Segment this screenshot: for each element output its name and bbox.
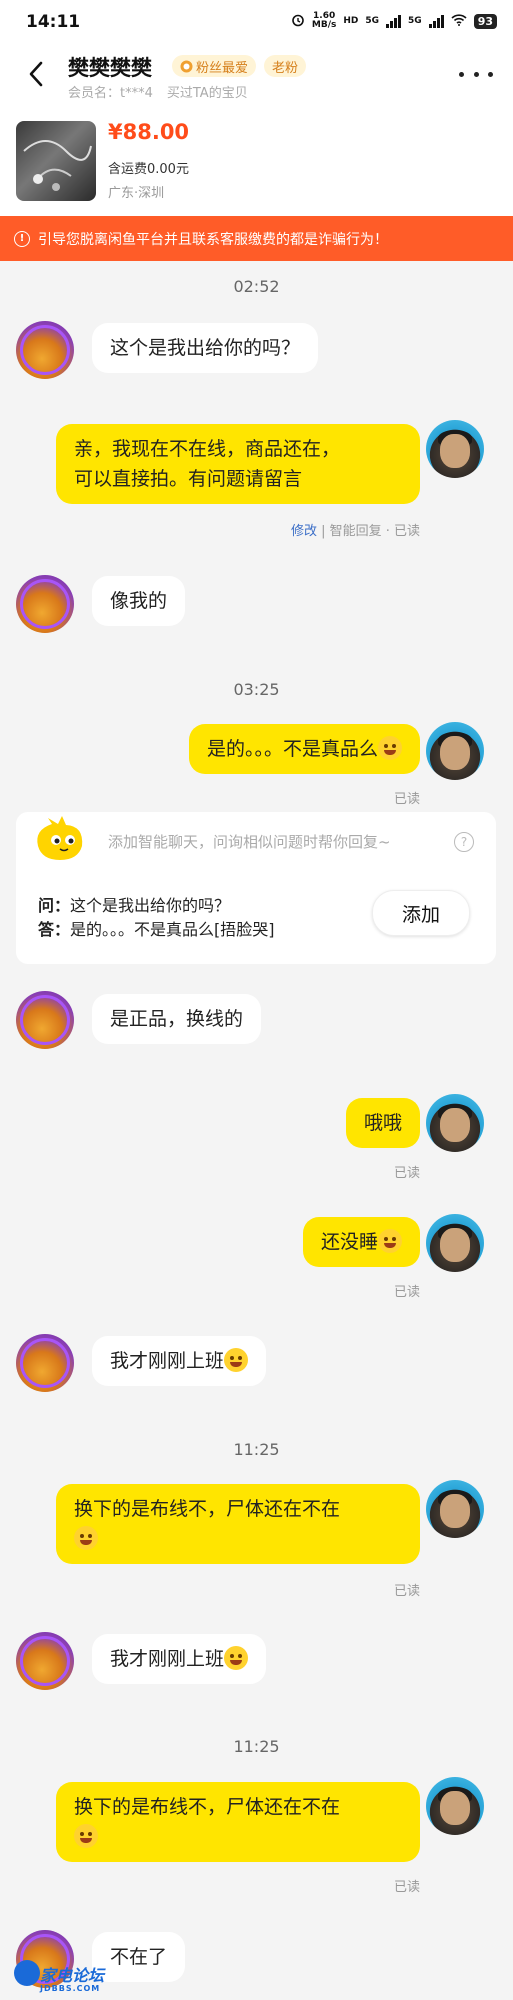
back-button[interactable] xyxy=(22,56,50,92)
my-avatar[interactable] xyxy=(426,1094,484,1152)
message-bubble-sent: 亲，我现在不在线，商品还在， 可以直接拍。有问题请留言 xyxy=(56,424,420,504)
my-avatar[interactable] xyxy=(426,420,484,478)
smart-reply-card: 添加智能聊天，问询相似问题时帮你回复~ ? 问：这个是我出给你的吗？ 答：是的。… xyxy=(16,812,496,964)
shipping-info: 含运费0.00元 xyxy=(108,162,189,177)
timestamp: 03:25 xyxy=(233,680,280,699)
read-status: 已读 xyxy=(393,1166,420,1181)
smart-reply-hint: 添加智能聊天，问询相似问题时帮你回复~ xyxy=(108,833,391,851)
message-bubble-received: 是正品，换线的 xyxy=(92,994,262,1044)
read-status: 已读 xyxy=(393,1584,420,1599)
answer-row: 答：是的。。。不是真品么[捂脸哭] xyxy=(38,920,275,939)
help-icon[interactable]: ? xyxy=(454,832,474,852)
message-bubble-sent: 是的。。。不是真品么 xyxy=(188,724,420,774)
old-fan-badge: 老粉 xyxy=(264,55,307,77)
add-smart-reply-button[interactable]: 添加 xyxy=(372,890,470,936)
message-bubble-sent: 哦哦 xyxy=(345,1098,420,1148)
warning-icon: ! xyxy=(14,230,30,247)
product-location: 广东·深圳 xyxy=(108,186,165,201)
my-avatar[interactable] xyxy=(426,1480,484,1538)
my-avatar[interactable] xyxy=(426,722,484,780)
chevron-left-icon xyxy=(29,61,43,87)
battery-indicator: 93 xyxy=(473,13,497,29)
forum-logo-icon xyxy=(14,1960,40,1986)
read-status: 已读 xyxy=(393,1285,420,1300)
member-name: 会员名：t***4 xyxy=(68,86,153,101)
network-type-b: 5G xyxy=(408,16,422,26)
more-options-button[interactable] xyxy=(459,64,493,84)
clock: 14:11 xyxy=(26,12,81,32)
message-bubble-sent: 还没睡 xyxy=(302,1217,420,1267)
grin-sweat-emoji xyxy=(74,1824,98,1848)
hd-icon: HD xyxy=(343,16,359,26)
seller-avatar[interactable] xyxy=(16,1334,74,1392)
status-bar: 14:11 1.60 MB/s HD 5G 5G 93 xyxy=(0,0,513,46)
read-status: 已读 xyxy=(393,1880,420,1895)
cry-laugh-emoji xyxy=(224,1348,249,1372)
status-icons: 1.60 MB/s HD 5G 5G 93 xyxy=(291,12,497,30)
message-bubble-received: 我才刚刚上班 xyxy=(92,1634,267,1684)
seller-avatar[interactable] xyxy=(16,575,74,633)
message-bubble-received: 不在了 xyxy=(92,1932,186,1982)
signal-icon xyxy=(386,14,402,28)
mascot-icon xyxy=(37,816,83,860)
signal-icon-2 xyxy=(428,14,444,28)
edit-link[interactable]: 修改 xyxy=(291,524,317,539)
fan-badge: 粉丝最爱 xyxy=(172,55,257,77)
network-speed: 1.60 MB/s xyxy=(311,11,337,30)
chat-header: 樊樊樊樊 粉丝最爱 老粉 会员名：t***4 买过TA的宝贝 xyxy=(0,46,513,112)
cry-laugh-emoji xyxy=(378,736,402,760)
forum-watermark: 家电论坛 JDBBS.COM xyxy=(40,1966,105,1993)
seller-avatar[interactable] xyxy=(16,321,74,379)
timestamp: 02:52 xyxy=(233,277,280,296)
star-badge-icon xyxy=(180,60,193,72)
message-bubble-received: 这个是我出给你的吗？ xyxy=(92,323,319,373)
member-info: 会员名：t***4 买过TA的宝贝 xyxy=(68,82,248,101)
message-bubble-received: 我才刚刚上班 xyxy=(92,1336,267,1386)
message-status: 修改 | 智能回复 · 已读 xyxy=(290,524,420,539)
network-type-a: 5G xyxy=(365,16,380,26)
message-bubble-sent: 换下的是布线不，尸体还在不在 xyxy=(56,1484,420,1564)
message-bubble-sent: 换下的是布线不，尸体还在不在 xyxy=(56,1782,420,1862)
my-avatar[interactable] xyxy=(426,1777,484,1835)
question-row: 问：这个是我出给你的吗？ xyxy=(38,896,231,915)
read-status: 已读 xyxy=(393,792,420,807)
alarm-icon xyxy=(291,13,305,30)
contact-name[interactable]: 樊樊樊樊 xyxy=(68,52,152,82)
fraud-warning-bar: ! 引导您脱离闲鱼平台并且联系客服缴费的都是诈骗行为！ xyxy=(0,216,513,261)
message-bubble-received: 像我的 xyxy=(92,576,186,626)
timestamp: 11:25 xyxy=(233,1737,280,1756)
warning-text: 引导您脱离闲鱼平台并且联系客服缴费的都是诈骗行为！ xyxy=(38,231,388,248)
seller-avatar[interactable] xyxy=(16,1632,74,1690)
cry-laugh-emoji xyxy=(224,1646,249,1670)
flushed-emoji xyxy=(378,1229,402,1253)
wifi-icon xyxy=(451,13,467,29)
bought-label: 买过TA的宝贝 xyxy=(166,86,248,101)
grin-sweat-emoji xyxy=(74,1526,98,1550)
product-price: ¥88.00 xyxy=(108,120,190,144)
product-thumbnail[interactable] xyxy=(16,121,96,201)
seller-avatar[interactable] xyxy=(16,991,74,1049)
timestamp: 11:25 xyxy=(233,1440,280,1459)
product-card[interactable]: ¥88.00 含运费0.00元 广东·深圳 xyxy=(0,112,513,216)
my-avatar[interactable] xyxy=(426,1214,484,1272)
